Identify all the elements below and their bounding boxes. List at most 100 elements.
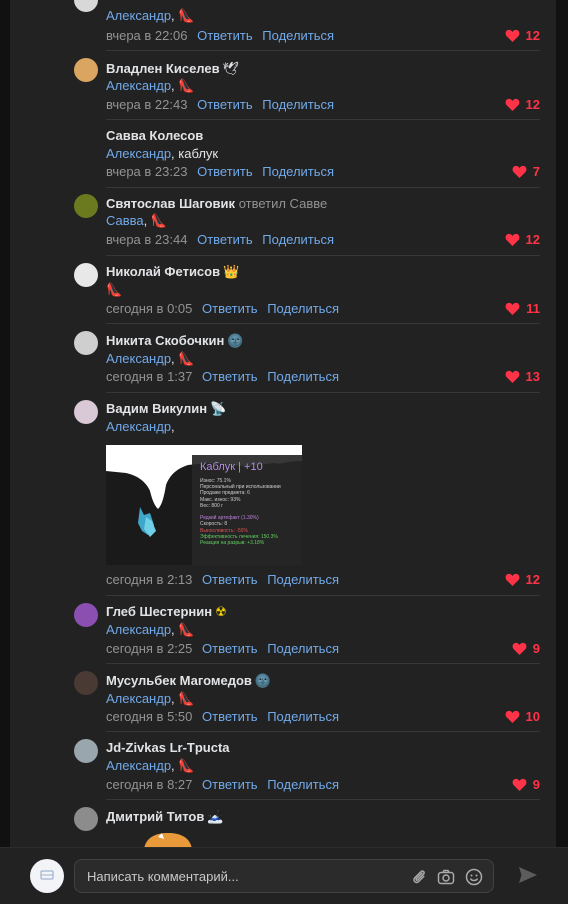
comment-time[interactable]: сегодня в 1:37 [106, 369, 192, 384]
author-name[interactable]: Мусульбек Магомедов [106, 673, 252, 688]
divider [106, 392, 540, 393]
comment-time[interactable]: сегодня в 2:25 [106, 641, 192, 656]
smile-icon[interactable] [464, 867, 484, 887]
paperclip-icon[interactable] [409, 867, 429, 887]
divider [106, 731, 540, 732]
comments-panel[interactable]: Александр, 👠 вчера в 22:06 Ответить Поде… [10, 0, 556, 847]
avatar[interactable] [74, 739, 98, 763]
avatar[interactable] [74, 400, 98, 424]
avatar[interactable] [74, 263, 98, 287]
comment-time[interactable]: вчера в 22:06 [106, 28, 187, 43]
comment-time[interactable]: сегодня в 5:50 [106, 709, 192, 724]
author-name[interactable]: Николай Фетисов [106, 264, 220, 279]
share-button[interactable]: Поделиться [267, 301, 339, 316]
reply-button[interactable]: Ответить [197, 232, 253, 247]
author-name[interactable]: Святослав Шаговик [106, 196, 235, 211]
share-button[interactable]: Поделиться [262, 28, 334, 43]
like-button[interactable]: 12 [505, 232, 540, 247]
avatar[interactable] [74, 194, 98, 218]
reply-button[interactable]: Ответить [202, 369, 258, 384]
comment-time[interactable]: вчера в 23:44 [106, 232, 187, 247]
reply-button[interactable]: Ответить [202, 572, 258, 587]
avatar[interactable] [74, 0, 98, 12]
heart-icon [505, 573, 519, 586]
heart-icon [512, 778, 527, 791]
heart-icon [505, 370, 519, 383]
author-name[interactable]: Владлен Киселев [106, 61, 220, 76]
camera-icon[interactable] [436, 867, 456, 887]
mention-link[interactable]: Александр [106, 758, 171, 773]
share-button[interactable]: Поделиться [262, 97, 334, 112]
mention-link[interactable]: Александр [106, 622, 171, 637]
avatar[interactable] [74, 807, 98, 831]
sticker[interactable] [138, 831, 198, 847]
avatar[interactable] [74, 603, 98, 627]
like-button[interactable]: 10 [505, 709, 540, 724]
comment-time[interactable]: сегодня в 0:05 [106, 301, 192, 316]
like-count: 9 [532, 641, 540, 656]
dove-icon: 🕊 [222, 61, 240, 76]
mention-link[interactable]: Александр [106, 8, 171, 23]
mention-link[interactable]: Александр [106, 351, 171, 366]
like-button[interactable]: 12 [505, 572, 540, 587]
logo-icon [40, 870, 54, 880]
share-button[interactable]: Поделиться [267, 709, 339, 724]
like-button[interactable]: 12 [505, 28, 540, 43]
my-avatar[interactable] [30, 859, 64, 893]
reply-button[interactable]: Ответить [197, 97, 253, 112]
attached-image[interactable]: Каблук | +10 Износ: 75.1% Персональный п… [106, 445, 302, 565]
comment-time[interactable]: сегодня в 2:13 [106, 572, 192, 587]
share-button[interactable]: Поделиться [267, 641, 339, 656]
comment-time[interactable]: вчера в 22:43 [106, 97, 187, 112]
send-icon[interactable] [517, 865, 539, 885]
divider [106, 323, 540, 324]
author-name[interactable]: Jd-Zivkas Lr-Tpucta [106, 740, 230, 755]
divider [106, 663, 540, 664]
comment-time[interactable]: вчера в 23:23 [106, 164, 187, 179]
reply-button[interactable]: Ответить [202, 641, 258, 656]
avatar[interactable] [74, 331, 98, 355]
like-button[interactable]: 13 [505, 369, 540, 384]
heart-icon [505, 302, 520, 315]
author-name[interactable]: Савва Колесов [106, 128, 203, 143]
author-name[interactable]: Никита Скобочкин [106, 333, 224, 348]
mention-link[interactable]: Александр [106, 146, 171, 161]
divider [106, 255, 540, 256]
comment-input-placeholder: Написать комментарий... [87, 869, 239, 884]
reply-button[interactable]: Ответить [202, 777, 258, 792]
share-button[interactable]: Поделиться [267, 369, 339, 384]
reply-button[interactable]: Ответить [197, 164, 253, 179]
reply-button[interactable]: Ответить [197, 28, 253, 43]
mention-link[interactable]: Александр [106, 78, 171, 93]
reply-button[interactable]: Ответить [202, 301, 258, 316]
comment-time[interactable]: сегодня в 8:27 [106, 777, 192, 792]
mention-link[interactable]: Александр [106, 419, 171, 434]
avatar[interactable] [74, 671, 98, 695]
heart-icon [505, 98, 519, 111]
high-heel-emoji: 👠 [178, 622, 195, 637]
item-stats: Износ: 75.1% Персональный при использова… [200, 478, 281, 546]
like-count: 12 [525, 572, 540, 587]
reply-button[interactable]: Ответить [202, 709, 258, 724]
comment-input[interactable]: Написать комментарий... [74, 859, 494, 893]
share-button[interactable]: Поделиться [262, 164, 334, 179]
mention-link[interactable]: Александр [106, 691, 171, 706]
moon-face-icon: 🌚 [254, 673, 272, 688]
comment-compose-bar: Написать комментарий... [0, 847, 568, 904]
high-heel-emoji: 👠 [178, 758, 195, 773]
avatar[interactable] [74, 58, 98, 82]
share-button[interactable]: Поделиться [267, 572, 339, 587]
like-button[interactable]: 12 [505, 97, 540, 112]
author-name[interactable]: Вадим Викулин [106, 401, 207, 416]
divider [106, 799, 540, 800]
like-button[interactable]: 9 [512, 777, 540, 792]
like-button[interactable]: 7 [512, 164, 540, 179]
author-name[interactable]: Глеб Шестернин [106, 604, 212, 619]
comment-text: каблук [178, 146, 219, 161]
share-button[interactable]: Поделиться [262, 232, 334, 247]
author-name[interactable]: Дмитрий Титов [106, 809, 204, 824]
share-button[interactable]: Поделиться [267, 777, 339, 792]
mention-link[interactable]: Савва [106, 213, 144, 228]
like-button[interactable]: 11 [505, 301, 540, 316]
like-button[interactable]: 9 [512, 641, 540, 656]
